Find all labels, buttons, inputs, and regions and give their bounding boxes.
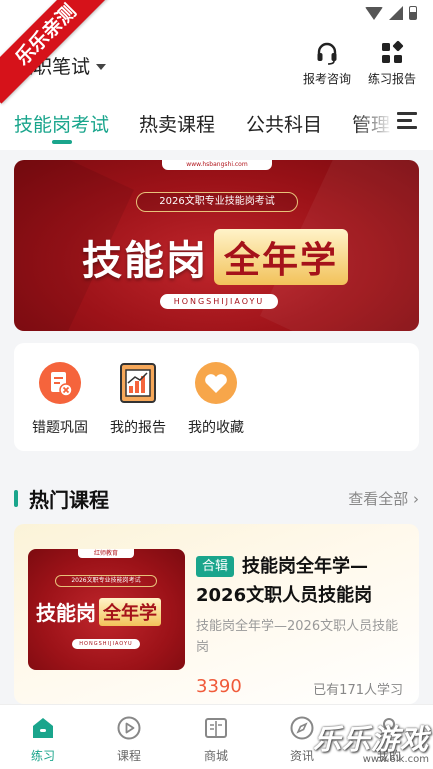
quick-wrong-questions[interactable]: 错题巩固 bbox=[25, 361, 95, 437]
headset-icon bbox=[317, 42, 337, 65]
nav-courses[interactable]: 课程 bbox=[99, 715, 159, 764]
play-circle-icon bbox=[117, 716, 141, 740]
quick-label: 错题巩固 bbox=[32, 420, 88, 436]
course-description: 技能岗全年学—2026文职人员技能岗 bbox=[196, 619, 399, 655]
quick-label: 我的报告 bbox=[110, 420, 166, 436]
thumb-logo: 红师教育 bbox=[78, 549, 134, 558]
tab-active-indicator bbox=[52, 140, 72, 144]
quick-access-panel: 错题巩固 我的报告 我的收藏 bbox=[14, 343, 419, 451]
tab-hot-courses[interactable]: 热卖课程 bbox=[139, 110, 215, 137]
thumb-title-part1: 技能岗 bbox=[36, 601, 96, 625]
promo-banner[interactable]: www.hsbangshi.com 2026文职专业技能岗考试 技能岗 全年学 … bbox=[14, 160, 419, 331]
collection-tag: 合辑 bbox=[196, 556, 235, 577]
banner-title-part1: 技能岗 bbox=[82, 238, 208, 284]
quick-my-report[interactable]: 我的报告 bbox=[103, 361, 173, 437]
home-practice-icon bbox=[33, 718, 53, 738]
thumb-title-part2: 全年学 bbox=[99, 597, 161, 626]
practice-report-button[interactable]: 练习报告 bbox=[362, 40, 422, 87]
banner-title: 技能岗 全年学 bbox=[82, 228, 349, 286]
nav-label: 练习 bbox=[30, 749, 55, 763]
consult-button[interactable]: 报考咨询 bbox=[297, 40, 357, 87]
banner-title-part2: 全年学 bbox=[214, 229, 349, 285]
caret-down-icon bbox=[96, 63, 107, 70]
compass-news-icon bbox=[290, 716, 314, 740]
hot-courses-header: 热门课程 查看全部 › bbox=[14, 484, 419, 512]
nav-practice[interactable]: 练习 bbox=[13, 715, 73, 764]
book-store-icon bbox=[205, 718, 227, 738]
tabs-fade bbox=[353, 96, 393, 150]
course-price: 3390 bbox=[196, 676, 242, 697]
battery-icon bbox=[409, 6, 417, 20]
section-accent-bar bbox=[14, 490, 18, 507]
nav-store[interactable]: 商城 bbox=[186, 715, 246, 764]
consult-label: 报考咨询 bbox=[302, 72, 351, 86]
quick-label: 我的收藏 bbox=[188, 420, 244, 436]
banner-subtitle: 2026文职专业技能岗考试 bbox=[136, 192, 298, 212]
course-title: 合辑 技能岗全年学—2026文职人员技能岗 bbox=[196, 552, 406, 610]
category-tabs: 技能岗考试 热卖课程 公共科目 管理 bbox=[0, 96, 433, 150]
tab-public-subjects[interactable]: 公共科目 bbox=[246, 110, 322, 137]
heart-favorite-icon bbox=[195, 362, 237, 404]
course-thumbnail: 红师教育 2026文职专业技能岗考试 技能岗 全年学 HONGSHIJIAOYU bbox=[28, 549, 185, 670]
report-label: 练习报告 bbox=[367, 72, 416, 86]
signal-icon bbox=[389, 6, 403, 20]
thumb-title: 技能岗 全年学 bbox=[36, 597, 161, 626]
site-watermark-main: 乐乐游戏 bbox=[312, 723, 429, 756]
view-all-link[interactable]: 查看全部 › bbox=[348, 488, 419, 509]
thumb-subtitle: 2026文职专业技能岗考试 bbox=[55, 575, 157, 587]
course-learners: 已有171人学习 bbox=[313, 683, 403, 698]
section-title: 热门课程 bbox=[29, 488, 109, 512]
tab-skill-exam[interactable]: 技能岗考试 bbox=[14, 110, 109, 137]
quick-my-favorites[interactable]: 我的收藏 bbox=[181, 361, 251, 437]
grid-apps-icon bbox=[382, 40, 404, 63]
nav-label: 商城 bbox=[203, 749, 228, 763]
course-card[interactable]: 红师教育 2026文职专业技能岗考试 技能岗 全年学 HONGSHIJIAOYU… bbox=[14, 524, 419, 704]
wrong-questions-icon bbox=[39, 362, 81, 404]
banner-logo: www.hsbangshi.com bbox=[162, 160, 272, 170]
thumb-pinyin: HONGSHIJIAOYU bbox=[72, 639, 140, 649]
status-icons bbox=[365, 6, 417, 20]
wifi-icon bbox=[365, 6, 383, 20]
site-watermark: 乐乐游戏 www.6lk.com bbox=[313, 718, 429, 765]
banner-pinyin: HONGSHIJIAOYU bbox=[160, 294, 278, 309]
report-chart-icon bbox=[120, 363, 156, 403]
nav-label: 课程 bbox=[116, 749, 141, 763]
menu-icon[interactable] bbox=[397, 112, 417, 129]
